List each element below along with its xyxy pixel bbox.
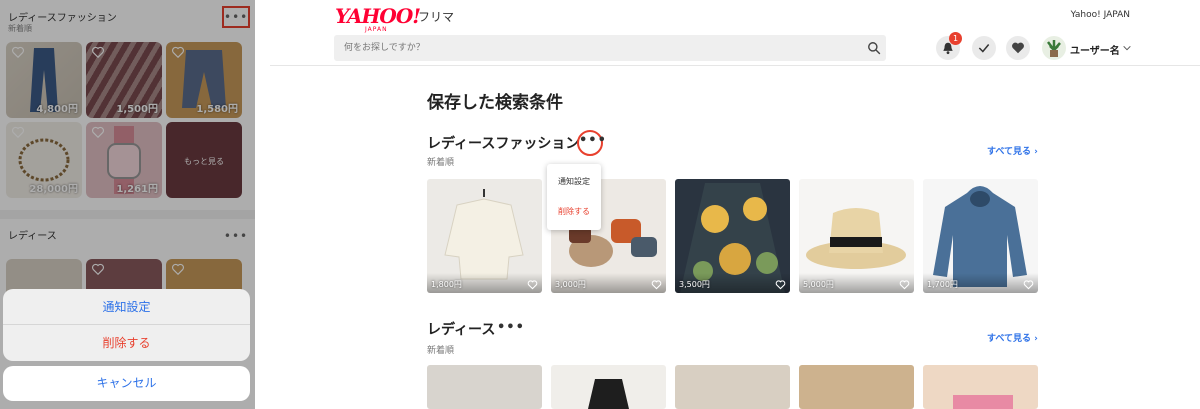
heart-icon[interactable] xyxy=(899,279,910,290)
delete-option[interactable]: 削除する xyxy=(3,325,250,361)
action-sheet: 通知設定 削除する xyxy=(3,289,250,361)
item-card[interactable] xyxy=(675,365,790,409)
section-title: レディース xyxy=(427,322,496,338)
black-top-image xyxy=(588,379,629,409)
logo-japan-text: JAPAN xyxy=(365,26,388,33)
notification-button[interactable]: 1 xyxy=(936,32,962,60)
search-input[interactable] xyxy=(334,35,886,61)
item-card[interactable]: 3,500円 xyxy=(675,179,790,293)
section-title: レディースファッション xyxy=(427,136,580,152)
heart-icon[interactable] xyxy=(1023,279,1034,290)
search-icon[interactable] xyxy=(867,41,881,55)
item-price: 3,500円 xyxy=(679,280,710,289)
cancel-button[interactable]: キャンセル xyxy=(3,366,250,401)
delete-menu-item[interactable]: 削除する xyxy=(547,206,601,217)
item-price: 1,700円 xyxy=(927,280,958,289)
yahoo-logo[interactable]: YAHOO! xyxy=(335,4,421,28)
item-card[interactable]: 1,800円 xyxy=(427,179,542,293)
heart-icon xyxy=(1012,42,1024,54)
item-price: 1,800円 xyxy=(431,280,462,289)
username[interactable]: ユーザー名 xyxy=(1070,42,1120,57)
mobile-screen: レディースファッション 新着順 ••• 4,800円 1,500円 1,580円 xyxy=(0,0,255,409)
item-card[interactable] xyxy=(427,365,542,409)
yahoo-japan-link[interactable]: Yahoo! JAPAN xyxy=(1071,10,1130,20)
heart-icon[interactable] xyxy=(527,279,538,290)
see-all-link[interactable]: すべて見る › xyxy=(987,144,1038,157)
heart-icon[interactable] xyxy=(651,279,662,290)
app-name[interactable]: フリマ xyxy=(418,8,454,25)
chevron-down-icon[interactable] xyxy=(1122,43,1132,53)
likes-button[interactable] xyxy=(1006,36,1030,60)
avatar[interactable] xyxy=(1042,36,1066,60)
section-sort: 新着順 xyxy=(427,158,455,168)
item-card[interactable]: 5,000円 xyxy=(799,179,914,293)
item-card[interactable] xyxy=(923,365,1038,409)
page-title: 保存した検索条件 xyxy=(427,93,563,113)
section-more-button[interactable]: ••• xyxy=(577,130,606,156)
check-icon xyxy=(978,44,990,53)
section-sort: 新着順 xyxy=(427,346,455,356)
more-menu-popup: 通知設定 削除する xyxy=(547,164,601,230)
plant-avatar-icon xyxy=(1047,40,1061,57)
pink-item-image xyxy=(953,395,1013,409)
see-all-link[interactable]: すべて見る › xyxy=(987,331,1038,344)
item-price: 5,000円 xyxy=(803,280,834,289)
notification-badge: 1 xyxy=(949,32,962,45)
todo-button[interactable] xyxy=(972,36,996,60)
section-more-button[interactable]: ••• xyxy=(497,319,525,337)
item-card[interactable]: 1,700円 xyxy=(923,179,1038,293)
item-price: 3,000円 xyxy=(555,280,586,289)
site-header: YAHOO! JAPAN フリマ Yahoo! JAPAN 1 ユーザー名 xyxy=(270,0,1200,66)
item-card[interactable] xyxy=(799,365,914,409)
item-card[interactable] xyxy=(551,365,666,409)
notify-settings-menu-item[interactable]: 通知設定 xyxy=(547,176,601,187)
screen: レディースファッション 新着順 ••• 4,800円 1,500円 1,580円 xyxy=(0,0,1200,409)
heart-icon[interactable] xyxy=(775,279,786,290)
notify-settings-option[interactable]: 通知設定 xyxy=(3,289,250,325)
